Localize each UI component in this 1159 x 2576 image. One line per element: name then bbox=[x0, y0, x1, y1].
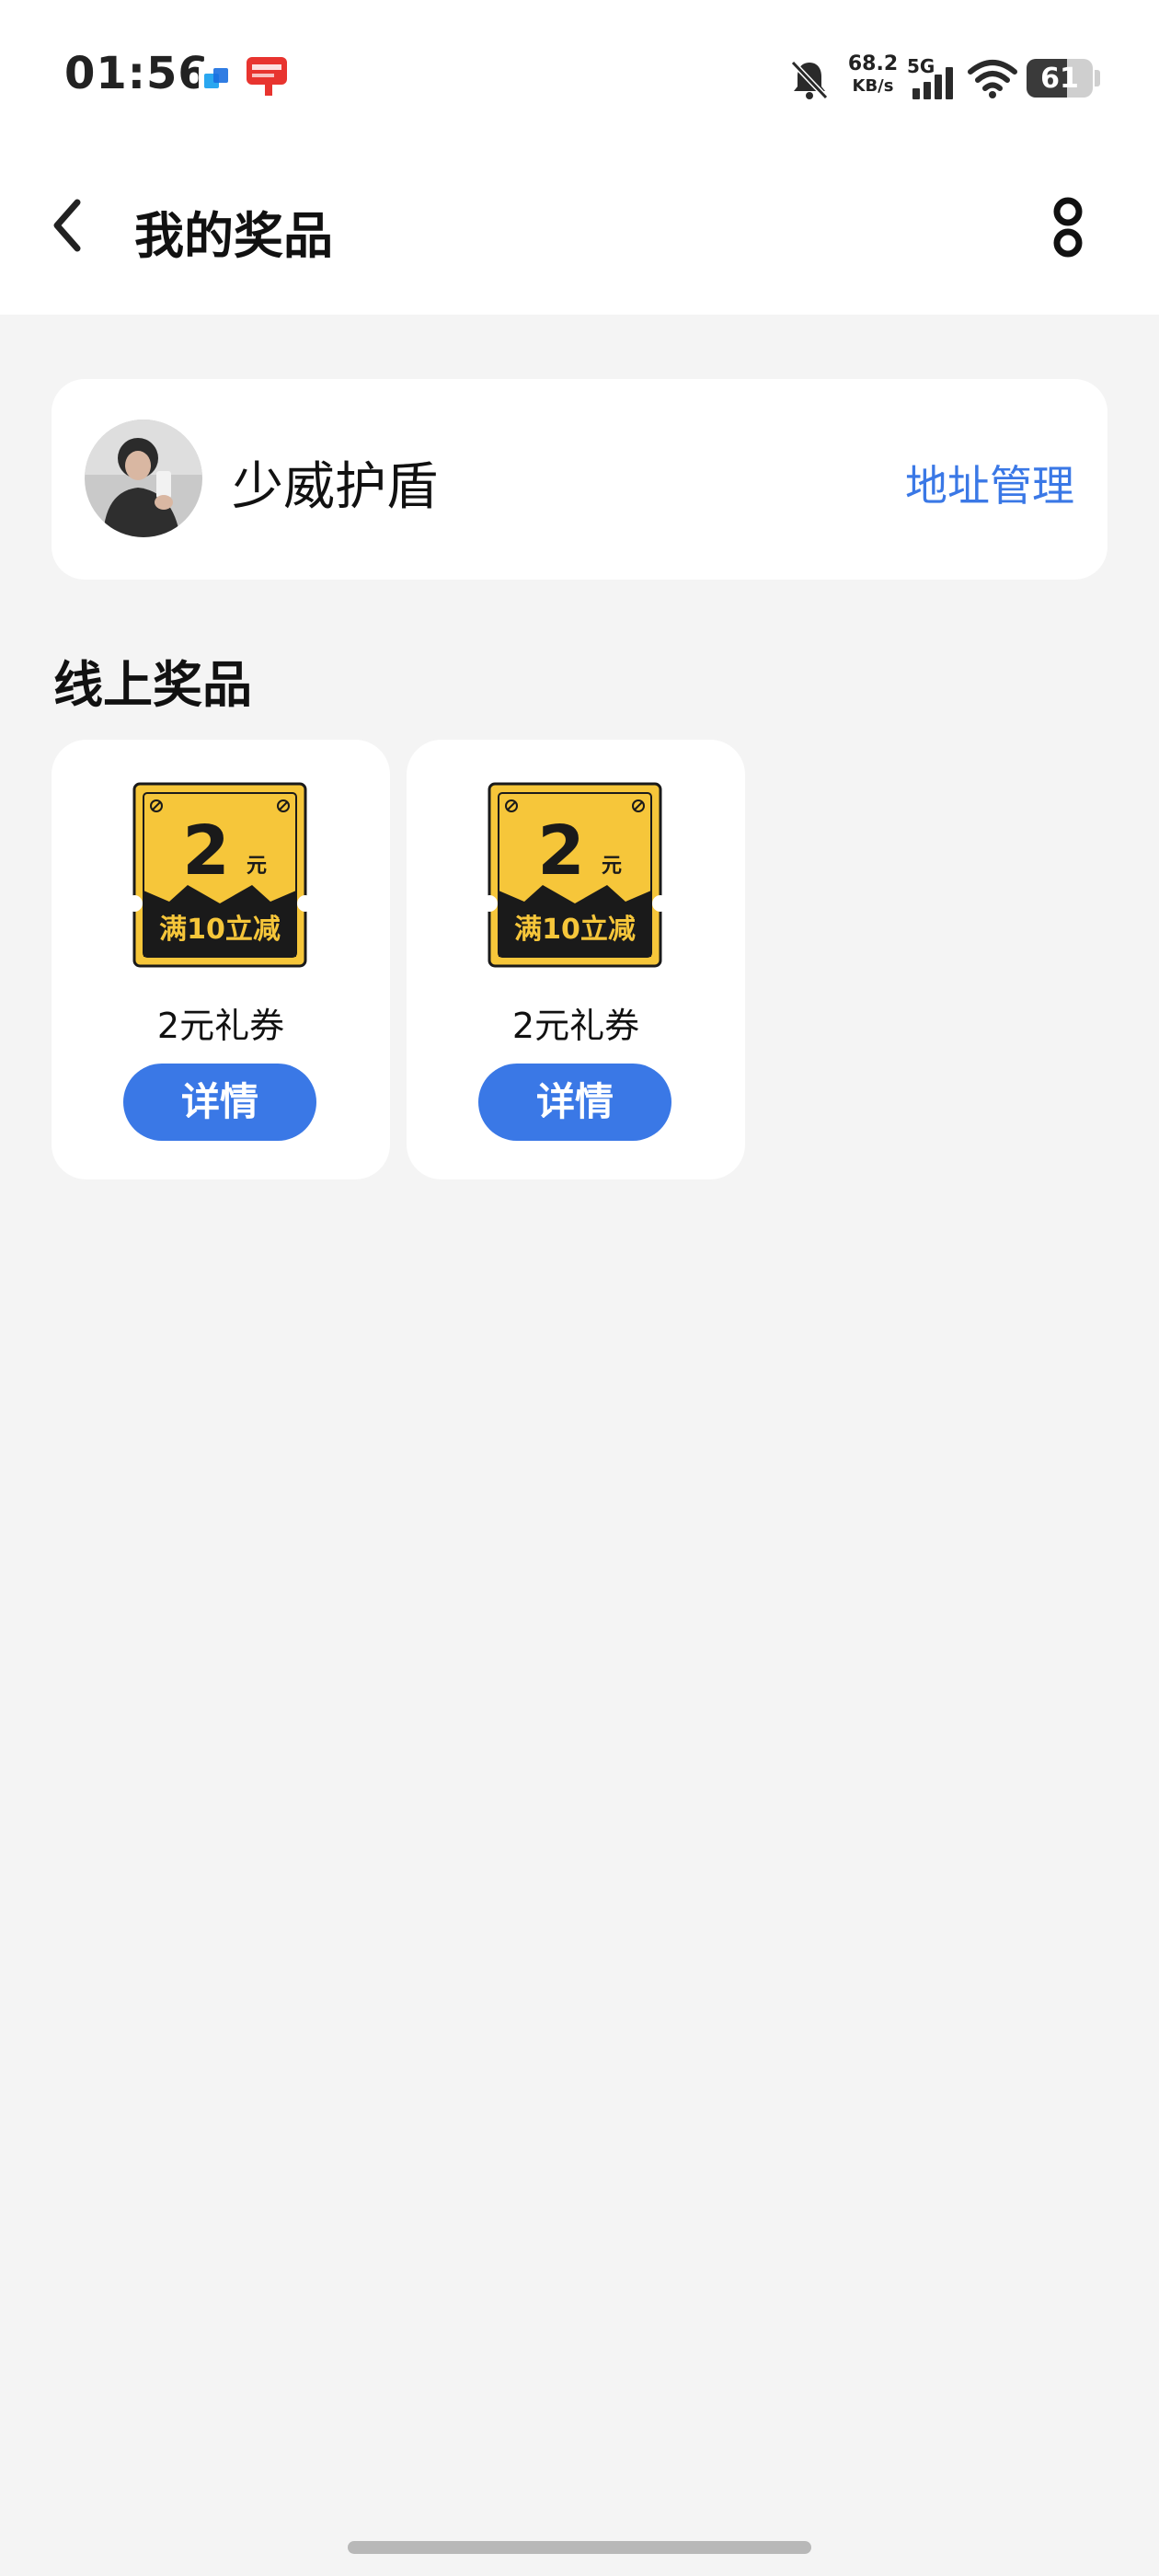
mute-bell-icon bbox=[790, 60, 829, 100]
coupon-condition: 满10立减 bbox=[514, 914, 636, 946]
coupon-unit: 元 bbox=[602, 855, 622, 878]
wifi-icon bbox=[968, 60, 1017, 98]
prize-card: 2 元 满10立减 2元礼券 详情 bbox=[52, 740, 390, 1179]
coupon-amount: 2 bbox=[182, 811, 230, 891]
coupon-amount: 2 bbox=[537, 811, 585, 891]
signal-icon bbox=[912, 67, 953, 99]
battery-tip bbox=[1095, 70, 1100, 86]
net-speed-value: 68.2 bbox=[847, 52, 899, 75]
section-title: 线上奖品 bbox=[53, 656, 252, 714]
user-card: 少威护盾 地址管理 bbox=[52, 379, 1107, 580]
status-time: 01:56 bbox=[64, 48, 210, 99]
avatar[interactable] bbox=[85, 420, 202, 537]
prize-name: 2元礼券 bbox=[156, 1006, 285, 1046]
page-title: 我的奖品 bbox=[134, 207, 333, 265]
status-bar: 01:56 68.2 KB/s 5G 61 bbox=[0, 0, 1159, 156]
user-name: 少威护盾 bbox=[232, 457, 438, 517]
prize-card: 2 元 满10立减 2元礼券 详情 bbox=[407, 740, 745, 1179]
battery-icon: 61 bbox=[1027, 59, 1093, 98]
coupon-icon: 2 元 满10立减 bbox=[132, 782, 307, 968]
battery-level: 61 bbox=[1040, 63, 1079, 95]
detail-button[interactable]: 详情 bbox=[478, 1064, 671, 1141]
detail-button[interactable]: 详情 bbox=[123, 1064, 316, 1141]
coupon-icon: 2 元 满10立减 bbox=[488, 782, 662, 968]
back-icon[interactable] bbox=[44, 193, 92, 258]
net-speed: 68.2 KB/s bbox=[843, 53, 903, 98]
red-app-icon bbox=[247, 57, 287, 96]
more-icon[interactable] bbox=[1045, 191, 1091, 265]
home-indicator[interactable] bbox=[348, 2541, 811, 2554]
prize-name: 2元礼券 bbox=[511, 1006, 640, 1046]
address-management-link[interactable]: 地址管理 bbox=[905, 453, 1074, 513]
coupon-condition: 满10立减 bbox=[159, 914, 281, 946]
coupon-unit: 元 bbox=[247, 855, 267, 878]
blue-app-icon bbox=[199, 61, 235, 98]
net-speed-unit: KB/s bbox=[852, 76, 894, 96]
